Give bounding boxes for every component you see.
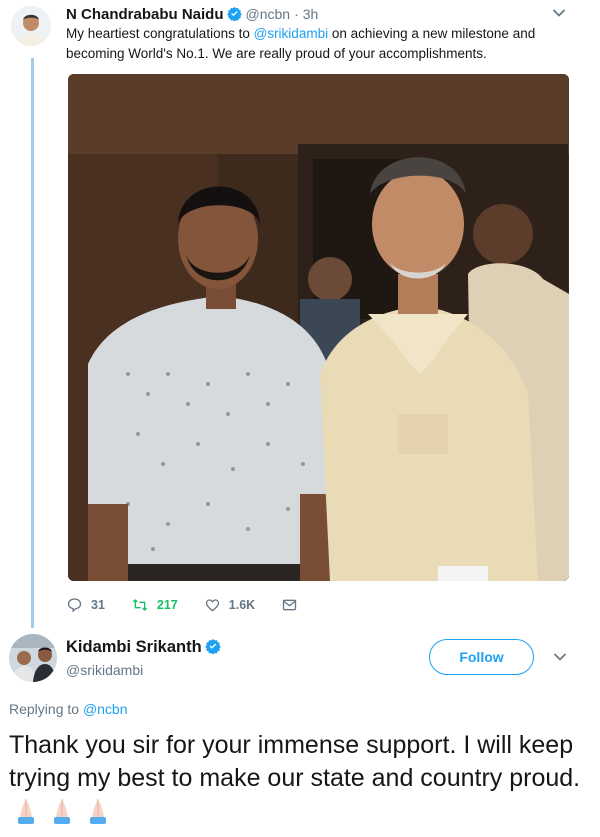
- mention-link[interactable]: @srikidambi: [254, 26, 328, 41]
- avatar-srikidambi[interactable]: [9, 634, 57, 682]
- replying-to-mention[interactable]: @ncbn: [83, 701, 128, 717]
- time-separator: ·: [294, 6, 299, 22]
- like-count: 1.6K: [228, 598, 256, 612]
- tweet-text: Thank you sir for your immense support. …: [9, 731, 581, 792]
- reply-count: 31: [91, 598, 105, 612]
- tweet-time[interactable]: 3h: [303, 6, 319, 22]
- author-name[interactable]: N Chandrababu Naidu: [66, 6, 224, 23]
- replying-prefix: Replying to: [9, 701, 83, 717]
- author-name-srikidambi[interactable]: Kidambi Srikanth: [66, 637, 221, 659]
- reply-action[interactable]: 31: [66, 597, 105, 613]
- tweet-ncbn: N Chandrababu Naidu @ncbn · 3h My heartiest…: [0, 0, 600, 628]
- retweet-count: 217: [156, 598, 178, 612]
- like-icon: [205, 599, 219, 612]
- retweet-action[interactable]: 217: [131, 597, 178, 613]
- author-name[interactable]: Kidambi Srikanth: [66, 638, 202, 656]
- chevron-down-icon[interactable]: [552, 8, 566, 18]
- author-handle[interactable]: @srikidambi: [66, 660, 143, 680]
- replying-to: Replying to @ncbn: [9, 699, 128, 719]
- tweet-text: My heartiest congratulations to @srikida…: [66, 24, 566, 64]
- tweet-text-srikidambi: Thank you sir for your immense support. …: [9, 729, 591, 834]
- direct-message-icon: [283, 599, 297, 611]
- thread-connector-line: [31, 58, 34, 628]
- like-action[interactable]: 1.6K: [204, 597, 255, 613]
- tweet-photo[interactable]: [68, 74, 569, 581]
- reply-icon: [67, 598, 82, 613]
- folded-hands-emoji: [15, 795, 123, 834]
- author-handle[interactable]: @ncbn: [246, 6, 291, 22]
- chevron-down-icon[interactable]: [553, 652, 567, 662]
- follow-button[interactable]: Follow: [429, 639, 534, 675]
- verified-badge-icon: [204, 638, 221, 659]
- retweet-icon: [132, 599, 148, 611]
- tweet-actions: 31 217 1.6K: [66, 595, 332, 615]
- avatar-ncbn[interactable]: [11, 6, 51, 46]
- direct-message-action[interactable]: [281, 597, 306, 613]
- tweet-text-part: My heartiest congratulations to: [66, 26, 254, 41]
